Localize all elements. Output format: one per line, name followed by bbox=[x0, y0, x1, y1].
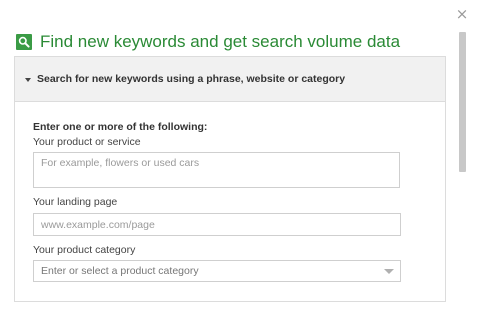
dropdown-arrow-icon bbox=[384, 269, 394, 274]
close-button[interactable]: × bbox=[455, 6, 469, 22]
product-category-select[interactable]: Enter or select a product category bbox=[33, 260, 401, 282]
search-panel: Search for new keywords using a phrase, … bbox=[14, 56, 446, 302]
dialog-title: Find new keywords and get search volume … bbox=[40, 32, 401, 51]
panel-header-label: Search for new keywords using a phrase, … bbox=[37, 73, 346, 85]
dialog-title-row: Find new keywords and get search volume … bbox=[16, 31, 400, 53]
landing-page-label: Your landing page bbox=[33, 196, 118, 208]
caret-down-icon bbox=[25, 77, 31, 82]
product-category-value: Enter or select a product category bbox=[41, 265, 199, 277]
landing-page-input[interactable] bbox=[33, 213, 401, 236]
panel-header-toggle[interactable]: Search for new keywords using a phrase, … bbox=[15, 57, 445, 102]
fields-intro: Enter one or more of the following: bbox=[33, 121, 208, 133]
product-field-label: Your product or service bbox=[33, 136, 141, 148]
product-category-label: Your product category bbox=[33, 244, 136, 256]
scrollbar-thumb[interactable] bbox=[459, 32, 466, 172]
product-service-input[interactable] bbox=[33, 152, 400, 188]
search-icon bbox=[16, 34, 32, 50]
